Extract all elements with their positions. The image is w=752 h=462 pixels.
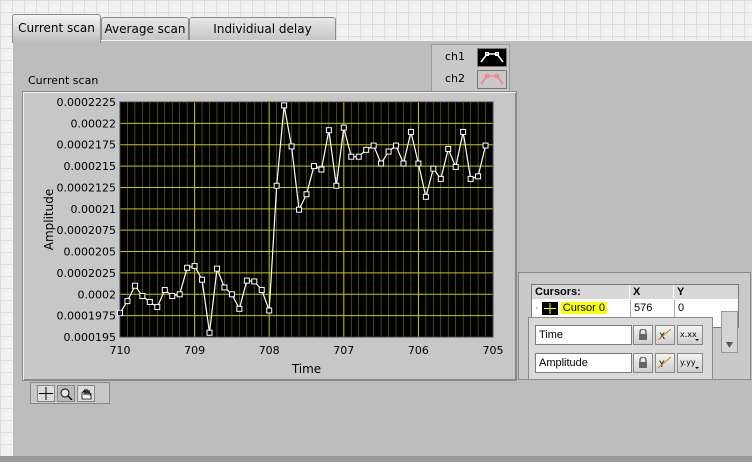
chart-svg[interactable]: 710 709 708 707 706 705 0.0002225 0.00022 0.0002… (0, 0, 752, 462)
data-point (139, 292, 146, 299)
x-axis-name-field[interactable]: Time (535, 325, 632, 345)
cursor-col-y-header: Y (674, 285, 738, 299)
data-point (437, 175, 444, 182)
y-tick-label: 0.0002225 (57, 96, 117, 109)
data-point (407, 128, 414, 135)
data-point (333, 182, 340, 189)
svg-text:x.xx: x.xx (680, 330, 697, 339)
y-tick-label: 0.0002075 (57, 224, 117, 237)
tab-current-scan[interactable]: Current scan (12, 14, 101, 43)
data-point (445, 146, 452, 152)
data-point (430, 165, 437, 172)
y-axis-label: Amplitude (42, 189, 56, 251)
data-point (363, 146, 370, 153)
lock-icon[interactable] (633, 325, 653, 345)
data-point (325, 127, 332, 134)
data-point (370, 142, 377, 149)
y-tick-label: 0.000195 (64, 331, 117, 344)
data-point (310, 163, 317, 170)
crosshair-icon[interactable] (37, 385, 55, 402)
data-point (191, 263, 198, 270)
y-axis-name-field[interactable]: Amplitude (535, 353, 632, 373)
data-point (467, 175, 474, 182)
data-point (340, 124, 347, 131)
y-tick-label: 0.000215 (64, 160, 117, 173)
data-point (460, 128, 467, 135)
y-tick-label: 0.000205 (64, 246, 117, 259)
y-tick-label: 0.0002125 (57, 181, 117, 194)
x-tick-label: 705 (483, 344, 504, 357)
x-tick-label: 710 (110, 344, 131, 357)
y-tick-label: 0.0002175 (57, 139, 117, 152)
data-point (161, 287, 168, 293)
data-point (213, 265, 220, 272)
data-point (296, 206, 303, 213)
data-point (400, 160, 407, 167)
data-point (243, 277, 250, 284)
data-point (288, 143, 295, 150)
cursor-header: Cursors: (532, 285, 629, 299)
y-tick-label: 0.0002025 (57, 267, 117, 280)
autoscale-x-icon[interactable]: X (655, 325, 675, 345)
data-point (303, 191, 310, 198)
data-point (415, 160, 422, 167)
lock-icon[interactable] (633, 353, 653, 373)
x-tick-label: 708 (259, 344, 280, 357)
data-point (236, 305, 243, 312)
y-tick-label: 0.00022 (71, 117, 117, 130)
data-point (348, 153, 355, 160)
cursor-row-name[interactable]: · Cursor 0 (532, 300, 629, 317)
y-tick-label: 0.0001975 (57, 310, 117, 323)
x-tick-label: 709 (184, 344, 205, 357)
data-point (184, 264, 191, 271)
data-point (452, 163, 459, 170)
scale-legend: Time X x.xx Amplitude Y y.yy (528, 317, 713, 380)
data-point (146, 298, 153, 305)
data-point (266, 307, 273, 314)
data-point (206, 329, 213, 336)
cursor-name: Cursor 0 (560, 302, 607, 314)
data-point (281, 102, 288, 109)
data-point (221, 284, 228, 291)
autoscale-y-icon[interactable]: Y (655, 353, 675, 373)
cursor-style-icon (541, 301, 558, 315)
data-point (154, 304, 161, 311)
data-point (124, 298, 131, 305)
data-point (273, 182, 280, 189)
data-point (422, 193, 429, 200)
cursor-col-x-header: X (630, 285, 673, 299)
data-point (199, 276, 206, 283)
data-point (169, 292, 176, 299)
cursor-scrollbar[interactable] (721, 311, 738, 353)
pan-hand-icon[interactable] (77, 385, 95, 402)
data-point (482, 142, 489, 149)
data-point (131, 282, 138, 289)
format-x-icon[interactable]: x.xx (677, 325, 703, 345)
data-point (393, 142, 400, 149)
data-point (355, 153, 362, 160)
y-tick-label: 0.00021 (71, 203, 117, 216)
zoom-icon[interactable] (57, 385, 75, 402)
data-point (378, 160, 385, 167)
y-tick-label: 0.0002 (78, 288, 117, 301)
data-point (228, 291, 235, 298)
data-point (475, 173, 482, 180)
graph-palette (30, 382, 110, 404)
data-point (385, 148, 392, 155)
x-tick-label: 707 (333, 344, 354, 357)
data-point (176, 291, 183, 298)
x-tick-label: 706 (408, 344, 429, 357)
svg-text:y.yy: y.yy (680, 358, 696, 367)
x-axis-label: Time (291, 362, 321, 376)
format-y-icon[interactable]: y.yy (677, 353, 703, 373)
data-point (258, 287, 265, 293)
data-point (251, 278, 258, 285)
data-point (318, 166, 325, 173)
cursor-x-value[interactable]: 576 (630, 300, 674, 317)
